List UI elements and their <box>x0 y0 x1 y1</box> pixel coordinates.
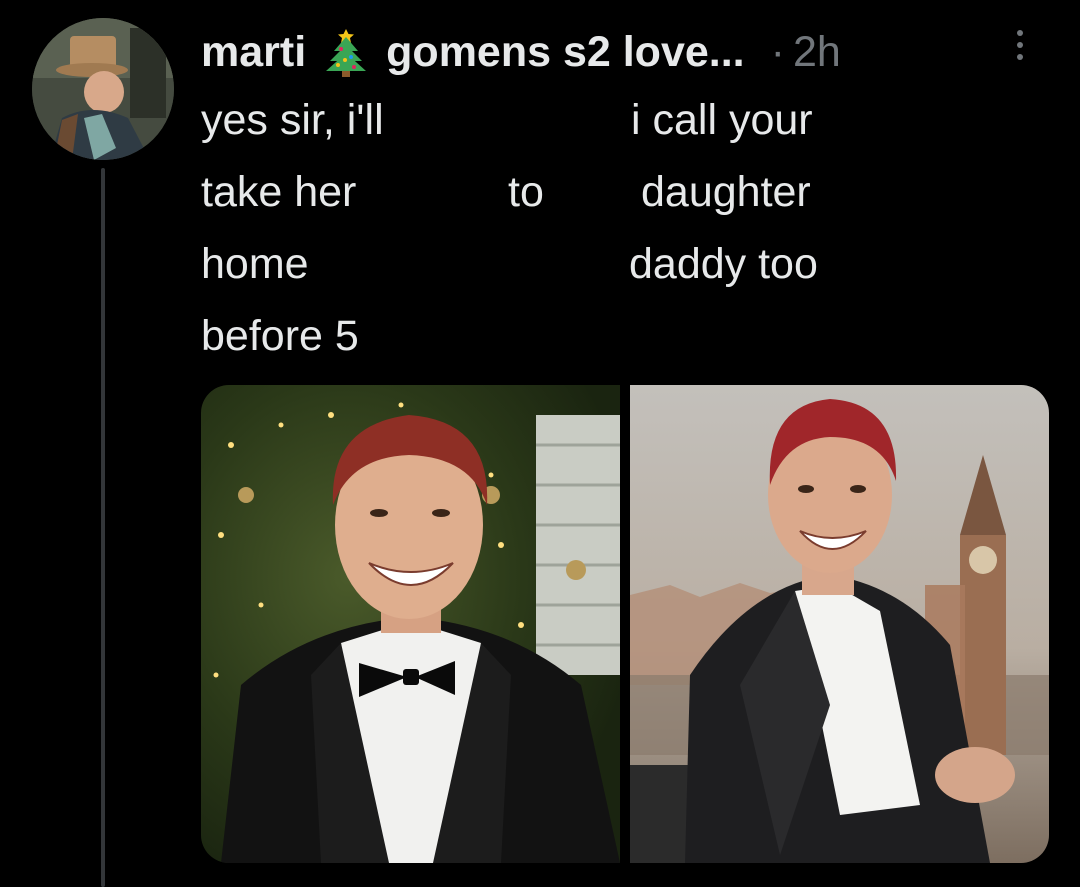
display-name-suffix[interactable]: gomens s2 love... <box>386 28 744 77</box>
tweet-text-line: home <box>201 240 309 288</box>
christmas-tree-icon <box>324 27 368 77</box>
user-avatar[interactable] <box>32 18 174 160</box>
media-photo-tuxedo[interactable] <box>201 385 620 863</box>
tweet-text-line: daughter <box>641 168 811 216</box>
more-options-icon[interactable] <box>1017 30 1025 66</box>
tweet-text-line: before 5 <box>201 312 359 360</box>
tweet-timestamp[interactable]: 2h <box>793 28 841 77</box>
thread-connector-line <box>101 168 105 887</box>
media-photo-blazer[interactable] <box>630 385 1049 863</box>
tweet-text-line: take her <box>201 168 357 216</box>
tweet-text-line: daddy too <box>629 240 818 288</box>
header-separator: · <box>770 27 785 76</box>
tweet-text-line: yes sir, i'll <box>201 96 384 144</box>
display-name[interactable]: marti <box>201 28 306 77</box>
tweet-header: marti gomens s2 love... · 2h <box>201 22 841 82</box>
tweet-text-line: i call your <box>631 96 813 144</box>
avatar-image <box>32 18 174 160</box>
tweet-text-line: to <box>508 168 544 216</box>
tweet-media-grid <box>201 385 1049 863</box>
